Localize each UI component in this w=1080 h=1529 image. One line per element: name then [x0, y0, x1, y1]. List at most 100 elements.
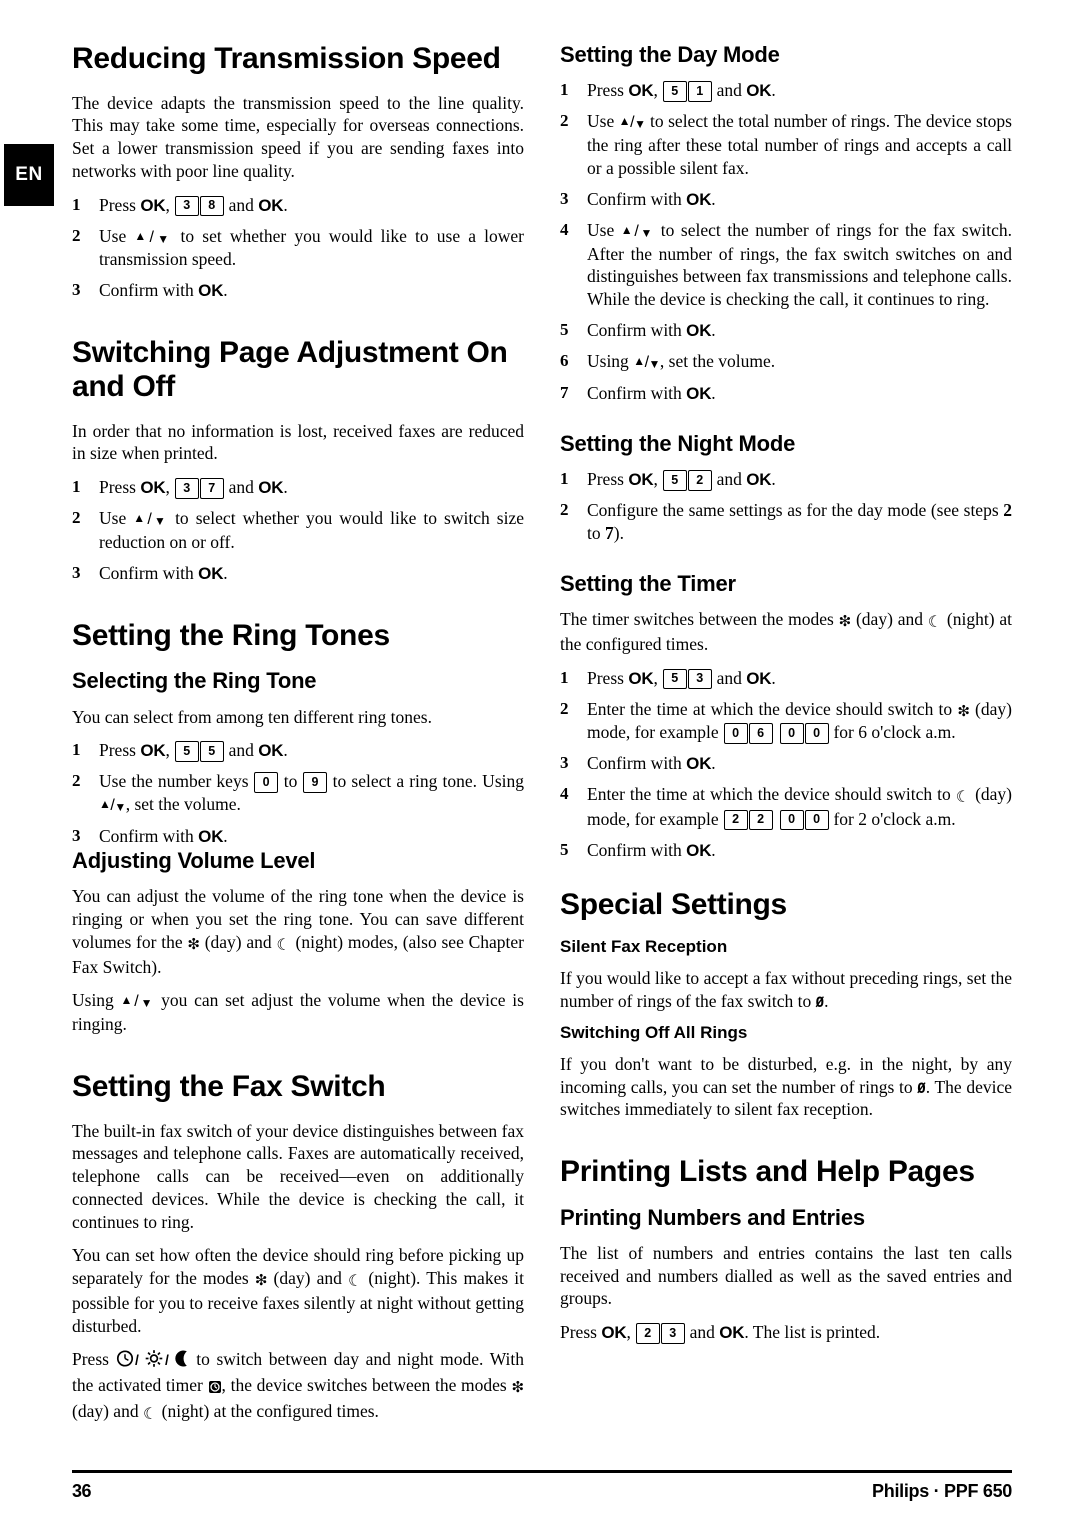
keycap: 0	[779, 809, 804, 831]
keypad-sequence: 23	[635, 1322, 685, 1344]
keycap: 3	[660, 1323, 685, 1344]
step-text-end: .	[711, 382, 716, 403]
keypad-sequence: 38	[174, 195, 224, 217]
section-switching-page-adjustment: Switching Page Adjustment On and Off In …	[72, 336, 524, 584]
text-part-a: If you would like to accept a fax withou…	[560, 967, 1012, 1011]
heading-setting-the-timer: Setting the Timer	[560, 570, 736, 596]
step-number: 1	[560, 667, 569, 687]
keycap: 2	[748, 809, 773, 831]
step-ref-start: 2	[1003, 500, 1012, 521]
step-text-end: .	[771, 469, 776, 490]
step-number: 2	[560, 500, 569, 520]
step-item: 2 Use ▲/▼ to set whether you would like t…	[72, 225, 524, 272]
step-item: 4 Enter the time at which the device shou…	[560, 783, 1012, 831]
ok-key-label: OK	[140, 478, 166, 498]
text-part-d: (day) and	[72, 1400, 143, 1421]
paragraph-fax-switch-3: Press / / to switch between day and night…	[72, 1348, 524, 1424]
keycap: 7	[199, 478, 224, 499]
steps-setting-the-timer: 1 Press OK, 53 and OK. 2 Enter the time at…	[560, 667, 1012, 862]
slashed-zero-icon: Ø	[917, 1080, 926, 1097]
step-text-pre: Press	[99, 477, 141, 498]
ok-key-label: OK	[140, 741, 166, 761]
text-part-e: (night) at the configured times.	[157, 1400, 379, 1421]
heading-setting-the-night-mode: Setting the Night Mode	[560, 430, 796, 456]
step-item: 2 Use ▲/▼ to select whether you would lik…	[72, 507, 524, 554]
heading-silent-fax-reception: Silent Fax Reception	[560, 937, 728, 957]
step-text-post: and	[712, 80, 747, 101]
paragraph-fax-switch-1: The built-in fax switch of your device d…	[72, 1120, 524, 1232]
keycap: 2	[723, 809, 748, 831]
paragraph-volume-modes: You can adjust the volume of the ring to…	[72, 885, 524, 978]
heading-reducing-transmission-speed: Reducing Transmission Speed	[72, 42, 501, 75]
step-item: 4 Use ▲/▼ to select the number of rings f…	[560, 219, 1012, 311]
day-mode-sun-icon: ❇	[187, 934, 200, 953]
text-part-a: Using	[72, 990, 121, 1011]
step-text-b: to select the total number of rings. The…	[587, 111, 1012, 178]
heading-switching-off-all-rings: Switching Off All Rings	[560, 1023, 748, 1043]
step-item: 1 Press OK, 52 and OK.	[560, 468, 1012, 491]
step-text-end: .	[223, 826, 228, 847]
step-text-mid: ,	[165, 477, 175, 498]
step-number: 3	[560, 188, 569, 208]
step-text-a: Configure the same settings as for the d…	[587, 500, 1004, 521]
step-number: 3	[72, 826, 81, 846]
step-text-end: .	[283, 740, 288, 761]
page-columns: Reducing Transmission Speed The device a…	[72, 42, 1012, 1432]
keycap: 6	[748, 723, 773, 744]
keycap: 0	[804, 723, 829, 744]
keycap: 0	[254, 772, 279, 793]
keycap: 5	[174, 741, 199, 762]
svg-text:/: /	[135, 1352, 139, 1368]
step-text-end: .	[711, 319, 716, 340]
step-item: 1 Press OK, 55 and OK.	[72, 739, 524, 762]
up-down-arrow-keys-icon: ▲/▼	[618, 114, 646, 132]
language-tab-label: EN	[15, 164, 43, 185]
keycap: 0	[723, 723, 748, 744]
paragraph-intro: The device adapts the transmission speed…	[72, 92, 524, 181]
step-text-a: Enter the time at which the device shoul…	[587, 698, 958, 719]
text-part-a: The timer switches between the modes	[560, 609, 839, 629]
ok-key-label: OK	[258, 195, 284, 215]
step-number: 5	[560, 839, 569, 859]
up-down-arrow-keys-icon: ▲/▼	[133, 511, 169, 529]
heading-printing-numbers-and-entries: Printing Numbers and Entries	[560, 1204, 865, 1230]
day-night-toggle-key-icon: / /	[116, 1349, 190, 1374]
step-text-a: Using	[587, 350, 634, 371]
ok-key-label: OK	[746, 470, 772, 490]
language-tab-en: EN	[4, 144, 54, 206]
step-text-end: .	[771, 667, 776, 688]
step-text-pre: Confirm with	[99, 280, 199, 301]
section-reducing-transmission-speed: Reducing Transmission Speed The device a…	[72, 42, 524, 302]
ok-key-label: OK	[628, 668, 654, 688]
keypad-sequence: 53	[662, 668, 712, 690]
ok-key-label: OK	[686, 320, 712, 340]
keypad-sequence-hours: 06	[723, 722, 773, 744]
step-text-pre: Press	[587, 80, 629, 101]
paragraph-printing-numbers-press: Press OK, 23 and OK. The list is printed…	[560, 1321, 1012, 1344]
step-item: 5 Confirm with OK.	[560, 319, 1012, 342]
paragraph-intro: In order that no information is lost, re…	[72, 420, 524, 464]
step-text-pre: Press	[587, 469, 629, 490]
steps-setting-the-day-mode: 1 Press OK, 51 and OK. 2 Use ▲/▼ to select…	[560, 79, 1012, 405]
step-text-pre: Confirm with	[587, 752, 687, 773]
step-item: 3 Confirm with OK.	[560, 752, 1012, 775]
text-part-b: (day) and	[851, 609, 928, 629]
step-text-e: ).	[613, 522, 624, 543]
step-text-c: for 2 o'clock a.m.	[829, 808, 956, 829]
step-ref-end: 7	[605, 522, 614, 543]
step-text-b: , set the volume.	[659, 350, 776, 371]
step-item: 3 Confirm with OK.	[72, 825, 524, 848]
step-text-a: Use	[99, 508, 134, 529]
ok-key-label: OK	[746, 668, 772, 688]
step-text-pre: Confirm with	[99, 562, 199, 583]
day-mode-sun-icon: ❇	[957, 701, 970, 720]
keycap: 0	[804, 809, 829, 831]
keypad-sequence-hours: 22	[723, 809, 773, 831]
step-number: 2	[72, 771, 81, 791]
heading-selecting-the-ring-tone: Selecting the Ring Tone	[72, 668, 317, 694]
step-text-pre: Press	[99, 194, 141, 215]
text-part-b: (day) and	[199, 931, 277, 952]
step-number: 3	[72, 562, 81, 582]
keycap: 5	[199, 741, 224, 762]
keycap: 5	[662, 668, 687, 690]
